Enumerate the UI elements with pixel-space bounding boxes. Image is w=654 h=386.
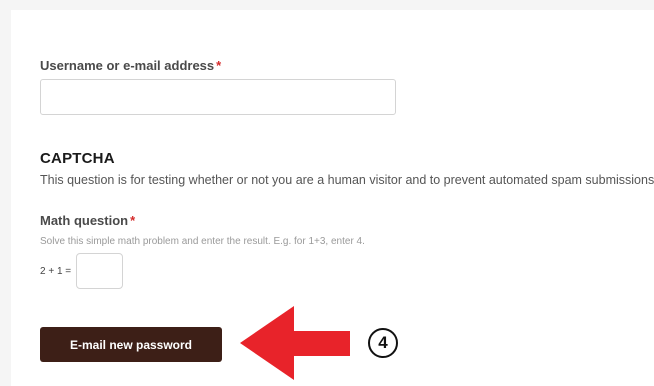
step-number-badge: 4 [368, 328, 398, 358]
required-mark: * [130, 213, 136, 228]
red-arrow-shape [240, 306, 350, 380]
username-input[interactable] [40, 79, 396, 115]
email-new-password-button[interactable]: E-mail new password [40, 327, 222, 362]
math-help-text: Solve this simple math problem and enter… [40, 236, 365, 247]
math-question-label: Math question * [40, 213, 135, 228]
captcha-description: This question is for testing whether or … [40, 173, 654, 187]
red-arrow-icon [240, 306, 350, 380]
captcha-title: CAPTCHA [40, 150, 115, 167]
username-label-text: Username or e-mail address [40, 58, 215, 73]
page: Username or e-mail address * CAPTCHA This… [0, 0, 654, 386]
math-answer-input[interactable] [76, 253, 123, 289]
math-equation: 2 + 1 = [40, 266, 72, 277]
math-question-label-text: Math question [40, 213, 129, 228]
username-label: Username or e-mail address * [40, 58, 221, 73]
required-mark: * [216, 58, 222, 73]
